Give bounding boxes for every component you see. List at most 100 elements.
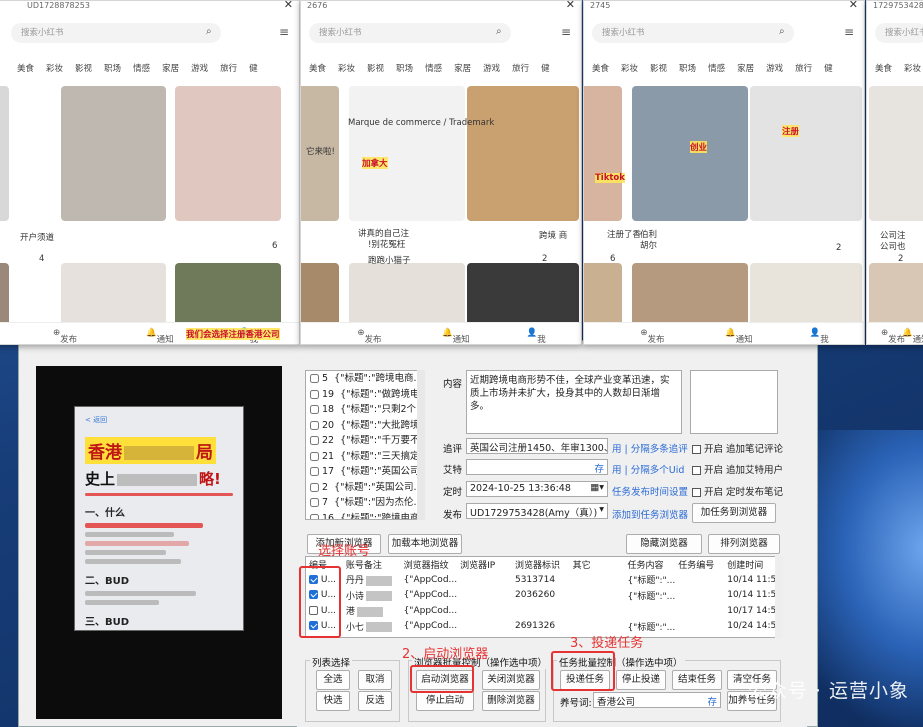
search-input[interactable]: 搜索小红书 (309, 23, 511, 43)
publish-tab[interactable]: ⊕ 发布 (53, 328, 77, 344)
note-card[interactable] (175, 86, 281, 221)
notify-tab[interactable]: 🔔 通知 (146, 328, 174, 344)
category-tab[interactable]: 美食 (592, 64, 609, 74)
category-tab[interactable]: 彩妆 (46, 64, 63, 74)
menu-icon[interactable]: ≡ (844, 25, 854, 39)
task-checkbox[interactable] (310, 405, 319, 414)
column-header[interactable]: 账号备注 (342, 557, 401, 572)
note-card[interactable] (869, 86, 923, 221)
note-card[interactable] (61, 86, 166, 221)
table-row[interactable]: U... 港 {"AppCod... 10/17 14:54 (306, 603, 782, 619)
column-header[interactable]: 浏览器标识 (511, 557, 570, 572)
delete-browser-button[interactable]: 删除浏览器 (482, 691, 540, 711)
note-card[interactable] (584, 86, 622, 221)
xiaohongshu-window[interactable]: UD1728878253 ✕ 搜索小红书 ⌕ ≡ 美食 彩妆 影视 职场 情感 家居 游戏 旅行 健 ⊕ 发… (0, 0, 300, 345)
task-list-item[interactable]: 2 {"标题":"英国公司... (306, 480, 424, 496)
notify-tab[interactable]: 🔔 通知 (442, 328, 470, 344)
category-tab[interactable]: 健 (541, 64, 550, 74)
hide-browser-button[interactable]: 隐藏浏览器 (626, 534, 702, 554)
category-tab[interactable]: 彩妆 (621, 64, 638, 74)
xiaohongshu-window[interactable]: 2676 ✕ 搜索小红书 ⌕ ≡ 美食 彩妆 影视 职场 情感 家居 游戏 旅行 健 ⊕ 发布 🔔 通知 👤 我 (300, 0, 582, 345)
category-tab[interactable]: 旅行 (220, 64, 237, 74)
cue-toggle[interactable]: 开启 追加艾特用户 (692, 462, 783, 476)
task-list-item[interactable]: 17 {"标题":"英国公司... (306, 464, 424, 480)
content-textarea[interactable]: 近期跨境电商形势不佳，全球产业变革迅速，实质上市场并未扩大，投身其中的人数却日渐… (466, 370, 682, 434)
category-tab[interactable]: 影视 (75, 64, 92, 74)
search-input[interactable]: 搜索小红书 (875, 23, 923, 43)
task-list[interactable]: 5 {"标题":"跨境电商... 19 {"标题":"做跨境电... 18 {"标题… (305, 370, 425, 520)
search-icon[interactable]: ⌕ (496, 26, 502, 37)
task-list-item[interactable]: 16 {"标题":"跨境电商... (306, 511, 424, 519)
column-header[interactable]: 创建时间 (724, 557, 782, 572)
search-icon[interactable]: ⌕ (779, 26, 785, 37)
category-tab[interactable]: 游戏 (766, 64, 783, 74)
table-row[interactable]: U... 小七 {"AppCod... 2691326 {"标题":"... 10/24 … (306, 619, 782, 635)
publish-tab[interactable]: ⊕ 发布 (640, 328, 664, 344)
quick-select-button[interactable]: 快选 (316, 691, 350, 711)
notify-tab[interactable]: 🔔 通知 (902, 328, 923, 344)
time-settings-link[interactable]: 任务发布时间设置 (612, 484, 688, 498)
category-tab[interactable]: 彩妆 (338, 64, 355, 74)
category-tab[interactable]: 家居 (737, 64, 754, 74)
load-local-browser-button[interactable]: 加载本地浏览器 (388, 534, 462, 554)
column-header[interactable]: 任务内容 (624, 557, 676, 572)
note-card[interactable] (349, 86, 465, 221)
invert-select-button[interactable]: 反选 (358, 691, 392, 711)
category-tab[interactable]: 职场 (396, 64, 413, 74)
task-list-item[interactable]: 22 {"标题":"千万要不... (306, 433, 424, 449)
task-list-item[interactable]: 19 {"标题":"做跨境电... (306, 387, 424, 403)
cancel-select-button[interactable]: 取消 (358, 670, 392, 690)
search-input[interactable]: 搜索小红书 (592, 23, 794, 43)
search-icon[interactable]: ⌕ (206, 26, 212, 37)
task-list-item[interactable]: 7 {"标题":"因为杰伦... (306, 495, 424, 511)
arrange-browser-button[interactable]: 排列浏览器 (708, 534, 780, 554)
publish-tab[interactable]: ⊕ 发布 (881, 328, 905, 344)
add-task-to-browser-button[interactable]: 加任务到浏览器 (692, 503, 776, 523)
note-card[interactable] (632, 86, 748, 221)
task-checkbox[interactable] (310, 482, 319, 492)
publish-tab[interactable]: ⊕ 发布 (357, 328, 381, 344)
raise-store-button[interactable]: 存 (707, 694, 717, 707)
task-checkbox[interactable] (310, 436, 319, 445)
table-row[interactable]: U... 小诗 {"AppCod... 2036260 {"标题":"... 10/14 … (306, 588, 782, 604)
category-tab[interactable]: 职场 (679, 64, 696, 74)
column-header[interactable]: 任务编号 (675, 557, 725, 572)
category-tab[interactable]: 情感 (708, 64, 725, 74)
category-tab[interactable]: 影视 (650, 64, 667, 74)
category-tab[interactable]: 美食 (875, 64, 892, 74)
comment-input[interactable]: 英国公司注册1450、年审1300、存 (466, 438, 608, 454)
time-toggle[interactable]: 开启 定时发布笔记 (692, 484, 783, 498)
task-checkbox[interactable] (310, 389, 319, 399)
image-box[interactable] (690, 370, 778, 434)
task-checkbox[interactable] (310, 420, 319, 430)
notify-tab[interactable]: 🔔 通知 (725, 328, 753, 344)
close-icon[interactable]: ✕ (284, 1, 293, 11)
task-checkbox[interactable] (310, 498, 319, 507)
stop-start-button[interactable]: 停止启动 (416, 691, 474, 711)
column-header[interactable]: 浏览器指纹 (400, 557, 458, 572)
note-card[interactable] (750, 86, 862, 221)
table-scrollbar[interactable] (775, 556, 783, 638)
select-all-button[interactable]: 全选 (316, 670, 350, 690)
task-list-item[interactable]: 20 {"标题":"大批跨境... (306, 418, 424, 434)
category-tab[interactable]: 美食 (309, 64, 326, 74)
category-tab[interactable]: 美食 (17, 64, 34, 74)
category-tab[interactable]: 影视 (367, 64, 384, 74)
xiaohongshu-window[interactable]: 1729753428搜索小红书美食彩妆影视⊕ 发布🔔 通知👤 我 (866, 0, 923, 345)
category-tab[interactable]: 旅行 (795, 64, 812, 74)
close-icon[interactable]: ✕ (566, 1, 575, 11)
column-header[interactable]: 浏览器IP (457, 557, 512, 572)
note-card[interactable] (467, 86, 579, 221)
search-input[interactable]: 搜索小红书 (11, 23, 221, 43)
category-tab[interactable]: 游戏 (191, 64, 208, 74)
comment-toggle[interactable]: 开启 追加笔记评论 (692, 441, 783, 455)
close-icon[interactable]: ✕ (849, 1, 858, 11)
task-list-scrollbar[interactable] (417, 370, 425, 520)
cue-store-button[interactable]: 存 (594, 464, 604, 474)
column-header[interactable]: 其它 (569, 557, 625, 572)
category-tab[interactable]: 家居 (454, 64, 471, 74)
me-tab[interactable]: 👤 我 (810, 328, 829, 344)
task-checkbox[interactable] (310, 467, 319, 476)
time-picker[interactable]: 2024-10-25 13:36:48 ▦▾ (466, 481, 608, 497)
menu-icon[interactable]: ≡ (279, 25, 289, 39)
